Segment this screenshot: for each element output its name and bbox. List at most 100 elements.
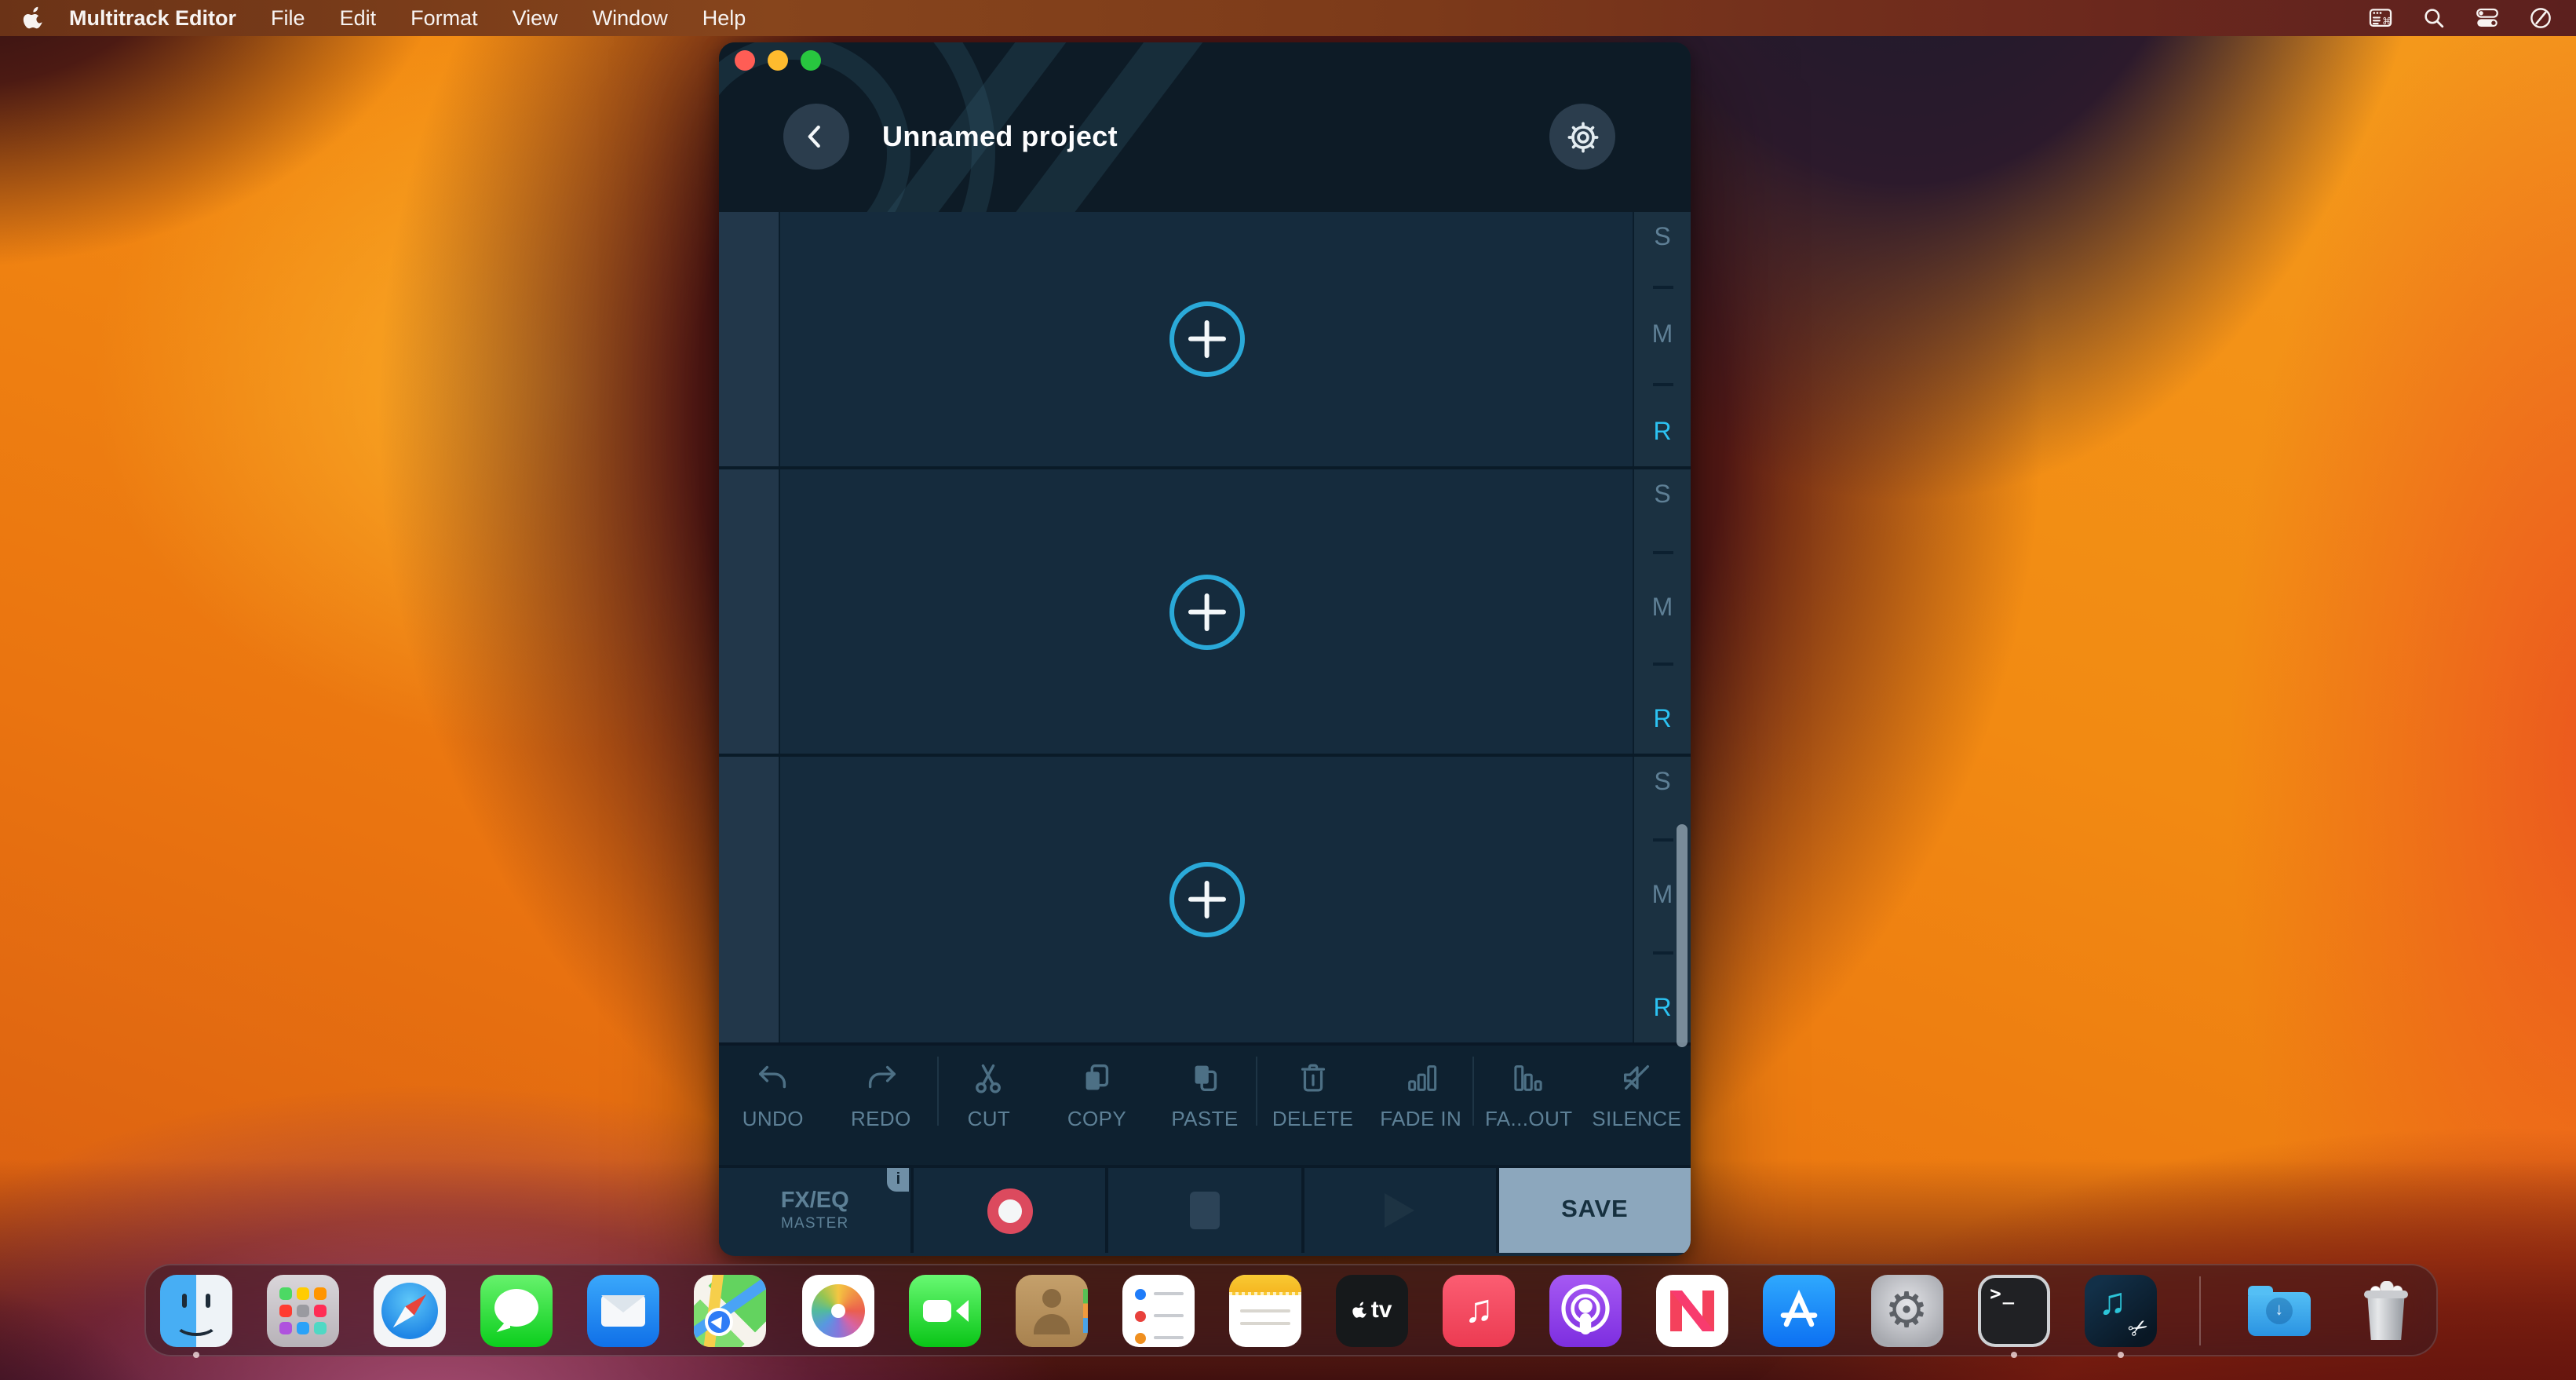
music-icon <box>1443 1274 1516 1346</box>
toolbar-label: FA...OUT <box>1484 1107 1573 1130</box>
menu-edit[interactable]: Edit <box>340 6 377 30</box>
app-window-command-icon[interactable]: ⌘ <box>2367 5 2394 31</box>
apple-menu-icon[interactable] <box>22 5 46 31</box>
dock-item-notes[interactable] <box>1228 1274 1301 1346</box>
divider <box>1652 663 1673 666</box>
reminders-icon <box>1122 1274 1195 1346</box>
dock-item-downloads[interactable] <box>2243 1274 2315 1346</box>
mute-button[interactable]: M <box>1652 322 1673 350</box>
multitrack-editor-icon <box>2084 1274 2157 1346</box>
dock-item-news[interactable] <box>1656 1274 1729 1346</box>
info-badge[interactable]: i <box>887 1168 910 1192</box>
dock-item-trash[interactable] <box>2350 1274 2422 1346</box>
settings-button[interactable] <box>1549 104 1615 170</box>
cut-button[interactable]: CUT <box>935 1046 1043 1165</box>
delete-button[interactable]: DELETE <box>1259 1046 1367 1165</box>
track-controls: S M R <box>1633 212 1691 466</box>
dock-item-appletv[interactable]: tv <box>1336 1274 1409 1346</box>
toolbar-label: UNDO <box>742 1107 804 1130</box>
track-list: S M R S M R S M R <box>719 212 1691 1042</box>
solo-button[interactable]: S <box>1654 769 1670 798</box>
clock-icon[interactable] <box>2527 5 2554 31</box>
toolbar-label: CUT <box>967 1107 1011 1130</box>
search-icon[interactable] <box>2421 5 2447 31</box>
toolbar-label: REDO <box>850 1107 911 1130</box>
record-button[interactable] <box>914 1168 1106 1253</box>
close-button[interactable] <box>735 50 755 71</box>
add-audio-button[interactable] <box>1169 574 1244 649</box>
add-audio-button[interactable] <box>1169 301 1244 377</box>
notes-icon <box>1228 1274 1301 1346</box>
facetime-icon <box>908 1274 981 1346</box>
vertical-scrollbar[interactable] <box>1677 824 1688 1047</box>
record-arm-button[interactable]: R <box>1653 995 1671 1024</box>
active-app-name[interactable]: Multitrack Editor <box>69 6 236 30</box>
running-indicator <box>2117 1351 2124 1357</box>
multitrack-editor-window: Unnamed project S M R S M R S M R UNDO R… <box>719 42 1691 1256</box>
copy-icon <box>1086 1064 1109 1090</box>
record-arm-button[interactable]: R <box>1653 706 1671 735</box>
dock-item-music[interactable] <box>1443 1274 1516 1346</box>
mute-button[interactable]: M <box>1652 882 1673 911</box>
dock-item-appstore[interactable] <box>1763 1274 1836 1346</box>
track-handle-strip[interactable] <box>719 212 780 466</box>
record-arm-button[interactable]: R <box>1653 419 1671 447</box>
toolbar-separator <box>1256 1057 1257 1126</box>
dock-item-safari[interactable] <box>374 1274 447 1346</box>
dock-item-reminders[interactable] <box>1122 1274 1195 1346</box>
save-button[interactable]: SAVE <box>1498 1168 1691 1253</box>
redo-icon <box>868 1065 896 1089</box>
menu-format[interactable]: Format <box>410 6 478 30</box>
stop-button[interactable] <box>1108 1168 1301 1253</box>
dock-item-finder[interactable] <box>160 1274 232 1357</box>
app-store-icon <box>1763 1274 1836 1346</box>
dock-item-maps[interactable] <box>694 1274 767 1346</box>
track-handle-strip[interactable] <box>719 469 780 754</box>
menu-file[interactable]: File <box>271 6 305 30</box>
copy-button[interactable]: COPY <box>1043 1046 1151 1165</box>
fade-out-icon <box>1515 1065 1543 1091</box>
dock-item-contacts[interactable] <box>1015 1274 1088 1346</box>
divider <box>1652 383 1673 386</box>
undo-button[interactable]: UNDO <box>719 1046 827 1165</box>
menu-help[interactable]: Help <box>702 6 746 30</box>
dock-item-photos[interactable] <box>801 1274 874 1346</box>
silence-button[interactable]: SILENCE <box>1583 1046 1691 1165</box>
solo-button[interactable]: S <box>1654 225 1670 253</box>
dock-item-launchpad[interactable] <box>267 1274 340 1346</box>
record-icon <box>987 1188 1033 1233</box>
dock-item-multitrack-editor[interactable] <box>2084 1274 2157 1357</box>
dock-item-settings[interactable] <box>1870 1274 1943 1346</box>
fx-eq-master-button[interactable]: FX/EQ MASTER i <box>719 1168 911 1253</box>
photos-icon <box>801 1274 874 1346</box>
chevron-left-icon <box>808 125 820 148</box>
paste-button[interactable]: PASTE <box>1151 1046 1259 1165</box>
podcasts-icon <box>1549 1274 1622 1346</box>
menu-view[interactable]: View <box>513 6 558 30</box>
back-button[interactable] <box>783 104 849 170</box>
dock-item-podcasts[interactable] <box>1549 1274 1622 1346</box>
redo-button[interactable]: REDO <box>827 1046 936 1165</box>
dock-item-facetime[interactable] <box>908 1274 981 1346</box>
add-audio-button[interactable] <box>1169 862 1244 937</box>
dock-item-messages[interactable] <box>480 1274 553 1346</box>
menu-window[interactable]: Window <box>593 6 668 30</box>
fade-in-button[interactable]: FADE IN <box>1366 1046 1475 1165</box>
mute-button[interactable]: M <box>1652 594 1673 622</box>
zoom-button[interactable] <box>801 50 821 71</box>
traffic-lights <box>735 50 821 71</box>
dock-item-mail[interactable] <box>587 1274 660 1346</box>
play-icon <box>1385 1193 1415 1228</box>
control-center-icon[interactable] <box>2474 5 2501 31</box>
minimize-button[interactable] <box>768 50 788 71</box>
fade-out-button[interactable]: FA...OUT <box>1475 1046 1583 1165</box>
dock-item-terminal[interactable]: >_ <box>1977 1274 2050 1357</box>
track-handle-strip[interactable] <box>719 757 780 1042</box>
play-button[interactable] <box>1304 1168 1496 1253</box>
news-icon <box>1656 1274 1729 1346</box>
silence-icon <box>1624 1064 1650 1090</box>
master-label: MASTER <box>781 1215 849 1232</box>
solo-button[interactable]: S <box>1654 482 1670 510</box>
save-label: SAVE <box>1561 1196 1629 1223</box>
terminal-prompt: >_ <box>1990 1282 2016 1304</box>
